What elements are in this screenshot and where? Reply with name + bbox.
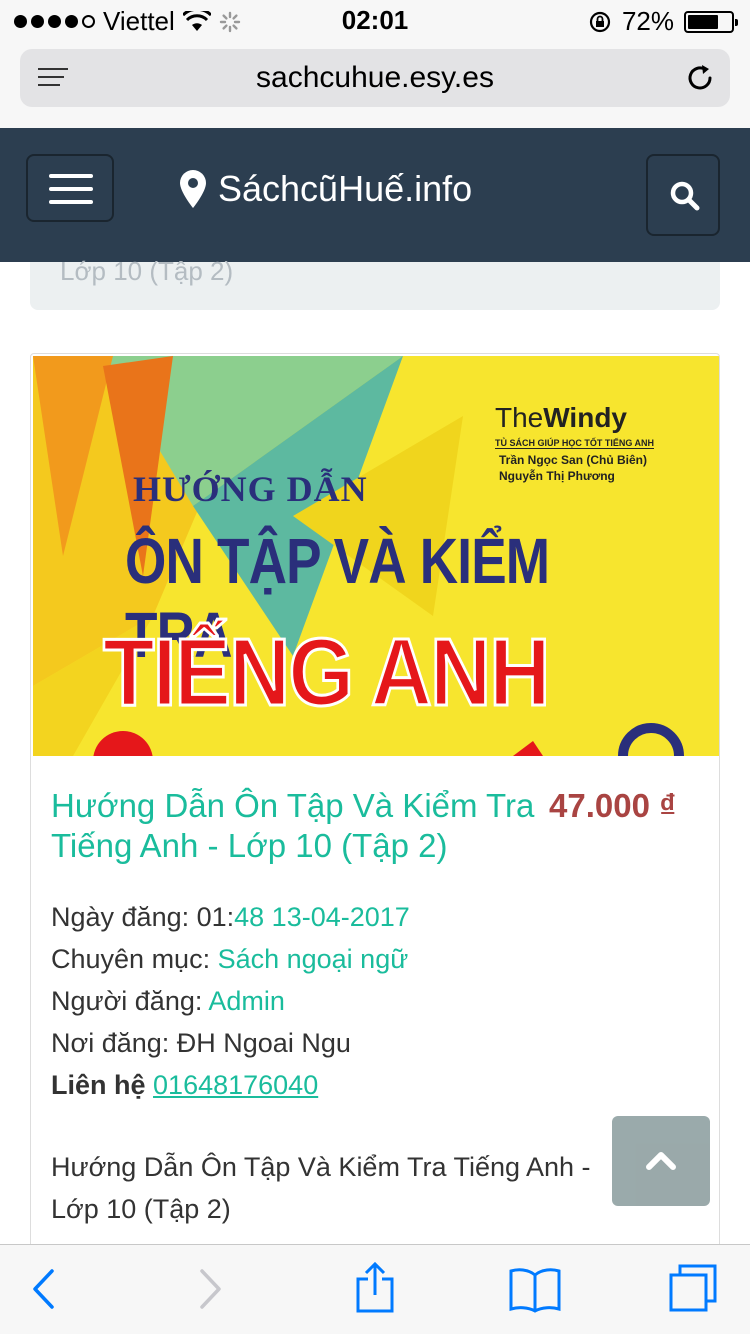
contact-label: Liên hệ — [51, 1070, 146, 1100]
breadcrumb-box: Lớp 10 (Tập 2) — [30, 256, 720, 310]
brand-text: SáchcũHuế.info — [218, 168, 473, 209]
tabs-icon[interactable] — [668, 1263, 718, 1313]
poster-link[interactable]: Admin — [208, 986, 285, 1016]
cover-author-1: Trần Ngọc San (Chủ Biên) — [499, 453, 648, 467]
product-title-link[interactable]: Hướng Dẫn Ôn Tập Và Kiểm Tra Tiếng Anh -… — [51, 786, 551, 866]
chevron-up-icon — [646, 1152, 676, 1170]
publisher-logo: TheWindy — [495, 402, 627, 433]
back-to-top-button[interactable] — [612, 1116, 710, 1206]
battery-icon — [684, 10, 738, 33]
book-icon[interactable] — [508, 1265, 562, 1313]
product-description: Hướng Dẫn Ôn Tập Và Kiểm Tra Tiếng Anh -… — [51, 1152, 591, 1224]
contact-row: Liên hệ 01648176040 — [51, 1064, 410, 1106]
cover-author-2: Nguyễn Thị Phương — [499, 469, 615, 483]
rotation-lock-icon — [589, 11, 611, 32]
publisher-tagline: TỦ SÁCH GIÚP HỌC TỐT TIẾNG ANH — [495, 438, 655, 449]
search-icon — [670, 181, 700, 211]
post-date-value: 48 13-04-2017 — [234, 902, 410, 932]
search-button[interactable] — [646, 154, 720, 236]
address-bar[interactable]: sachcuhue.esy.es — [20, 49, 730, 107]
battery-percent: 72% — [621, 6, 674, 36]
site-navbar: SáchcũHuế.info — [0, 128, 750, 262]
breadcrumb-fragment: Lớp 10 (Tập 2) — [60, 256, 234, 286]
post-date-row: Ngày đăng: 01:48 13-04-2017 — [51, 902, 410, 932]
chevron-right-icon[interactable] — [198, 1267, 224, 1311]
share-icon[interactable] — [354, 1261, 396, 1315]
browser-toolbar — [0, 1244, 750, 1334]
status-bar: Viettel 02:01 72% — [0, 0, 750, 40]
cover-title-line-3: TIẾNG ANH — [102, 618, 552, 728]
menu-toggle-button[interactable] — [26, 154, 114, 222]
site-brand[interactable]: SáchcũHuế.info — [180, 168, 472, 210]
battery-level — [688, 14, 719, 29]
location-row: Nơi đăng: ĐH Ngoai Ngu — [51, 1028, 351, 1058]
cover-title-line-1: HƯỚNG DẪN — [133, 469, 368, 509]
status-right-group: 72% — [588, 6, 738, 37]
hamburger-icon — [49, 174, 93, 178]
browser-address-area: sachcuhue.esy.es — [0, 40, 750, 128]
category-row: Chuyên mục: Sách ngoại ngữ — [51, 944, 409, 974]
category-link[interactable]: Sách ngoại ngữ — [218, 944, 409, 974]
map-marker-icon — [180, 170, 206, 208]
product-meta: Ngày đăng: 01:48 13-04-2017 Chuyên mục: … — [51, 896, 410, 1106]
chevron-left-icon[interactable] — [30, 1267, 56, 1311]
book-cover-image[interactable]: TheWindy TỦ SÁCH GIÚP HỌC TỐT TIẾNG ANH … — [33, 356, 719, 756]
reload-icon[interactable] — [684, 62, 716, 94]
url-text[interactable]: sachcuhue.esy.es — [20, 61, 730, 95]
phone-link[interactable]: 01648176040 — [153, 1070, 318, 1100]
location-value: ĐH Ngoai Ngu — [176, 1028, 351, 1058]
product-price: 47.000 ₫ — [549, 787, 677, 824]
poster-row: Người đăng: Admin — [51, 986, 285, 1016]
